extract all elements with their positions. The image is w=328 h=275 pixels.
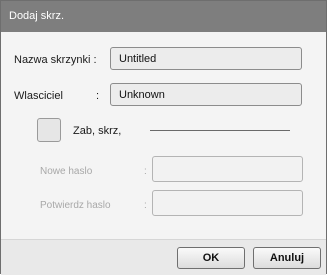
protect-mailbox-label: Zab, skrz, xyxy=(73,125,122,137)
mailbox-name-label: Nazwa skrzynki : xyxy=(14,54,97,66)
confirm-password-field[interactable] xyxy=(152,190,303,216)
button-bar: OK Anuluj xyxy=(1,239,326,275)
dialog-title: Dodaj skrz. xyxy=(9,10,65,22)
ok-button[interactable]: OK xyxy=(177,247,245,269)
cancel-button[interactable]: Anuluj xyxy=(253,247,321,269)
owner-colon: : xyxy=(96,90,100,102)
mailbox-name-field[interactable] xyxy=(110,47,302,70)
new-password-label: Nowe haslo xyxy=(40,166,93,177)
new-password-colon: : xyxy=(144,166,147,177)
add-mailbox-dialog: Dodaj skrz. Nazwa skrzynki : Wlasciciel … xyxy=(0,0,327,275)
title-bar: Dodaj skrz. xyxy=(1,1,326,32)
confirm-password-label: Potwierdz haslo xyxy=(40,200,111,211)
protect-mailbox-checkbox[interactable] xyxy=(37,118,61,142)
separator-line xyxy=(150,130,290,131)
owner-field[interactable] xyxy=(110,83,302,106)
owner-label: Wlasciciel xyxy=(14,90,63,102)
new-password-field[interactable] xyxy=(152,156,303,182)
confirm-password-colon: : xyxy=(144,200,147,211)
